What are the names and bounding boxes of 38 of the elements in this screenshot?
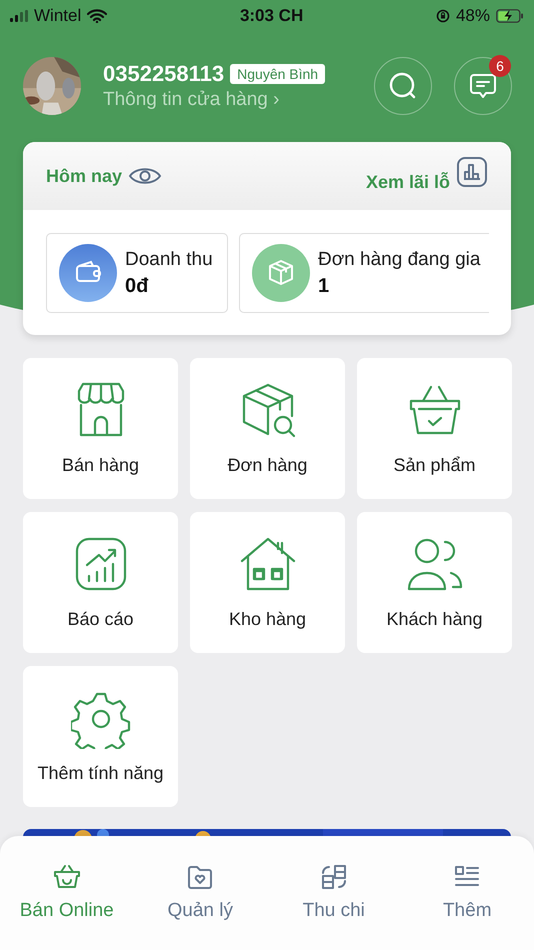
stat-label: Doanh thu [125,248,213,270]
stat-label: Đơn hàng đang gia [318,248,480,270]
stat-card[interactable]: Đơn hàng đang gia 1 [239,233,489,313]
nav-tab[interactable]: Thêm [400,862,534,950]
wifi-icon [87,9,108,23]
feature-tile[interactable]: Thêm tính năng [23,666,178,807]
feature-tile[interactable]: Báo cáo [23,512,178,653]
feature-tile[interactable]: Bán hàng [23,358,178,499]
stat-card[interactable]: Doanh thu 0đ [46,233,228,313]
name-badge: Nguyên Bình [230,64,326,84]
signal-icon [10,10,28,22]
bar-chart-icon[interactable] [456,156,488,188]
message-icon [468,71,498,101]
stat-value: 0đ [125,274,150,298]
nav-tab[interactable]: Bán Online [0,862,134,950]
feature-label: Khách hàng [386,609,483,630]
feature-label: Báo cáo [67,609,134,630]
feature-label: Thêm tính năng [37,763,164,784]
stat-value: 1 [318,274,330,298]
feature-label: Đơn hàng [228,455,308,476]
feature-label: Bán hàng [62,455,140,476]
search-button[interactable] [374,57,432,115]
battery-percent: 48% [456,6,490,26]
status-time: 3:03 CH [240,6,304,26]
phone-number: 0352258113 [103,61,224,87]
today-label: Hôm nay [46,166,122,186]
feature-label: Sản phẩm [393,455,476,476]
messages-button[interactable]: 6 [454,57,512,115]
rotation-lock-icon [436,9,450,23]
battery-charging-icon [496,9,524,23]
feature-tile[interactable]: Đơn hàng [190,358,345,499]
feature-tile[interactable]: Kho hàng [190,512,345,653]
feature-tile[interactable]: Sản phẩm [357,358,512,499]
nav-tab[interactable]: Thu chi [267,862,400,950]
carrier-name: Wintel [34,6,82,26]
feature-label: Kho hàng [228,609,306,630]
feature-tile[interactable]: Khách hàng [357,512,512,653]
nav-tab[interactable]: Quản lý [134,862,267,950]
